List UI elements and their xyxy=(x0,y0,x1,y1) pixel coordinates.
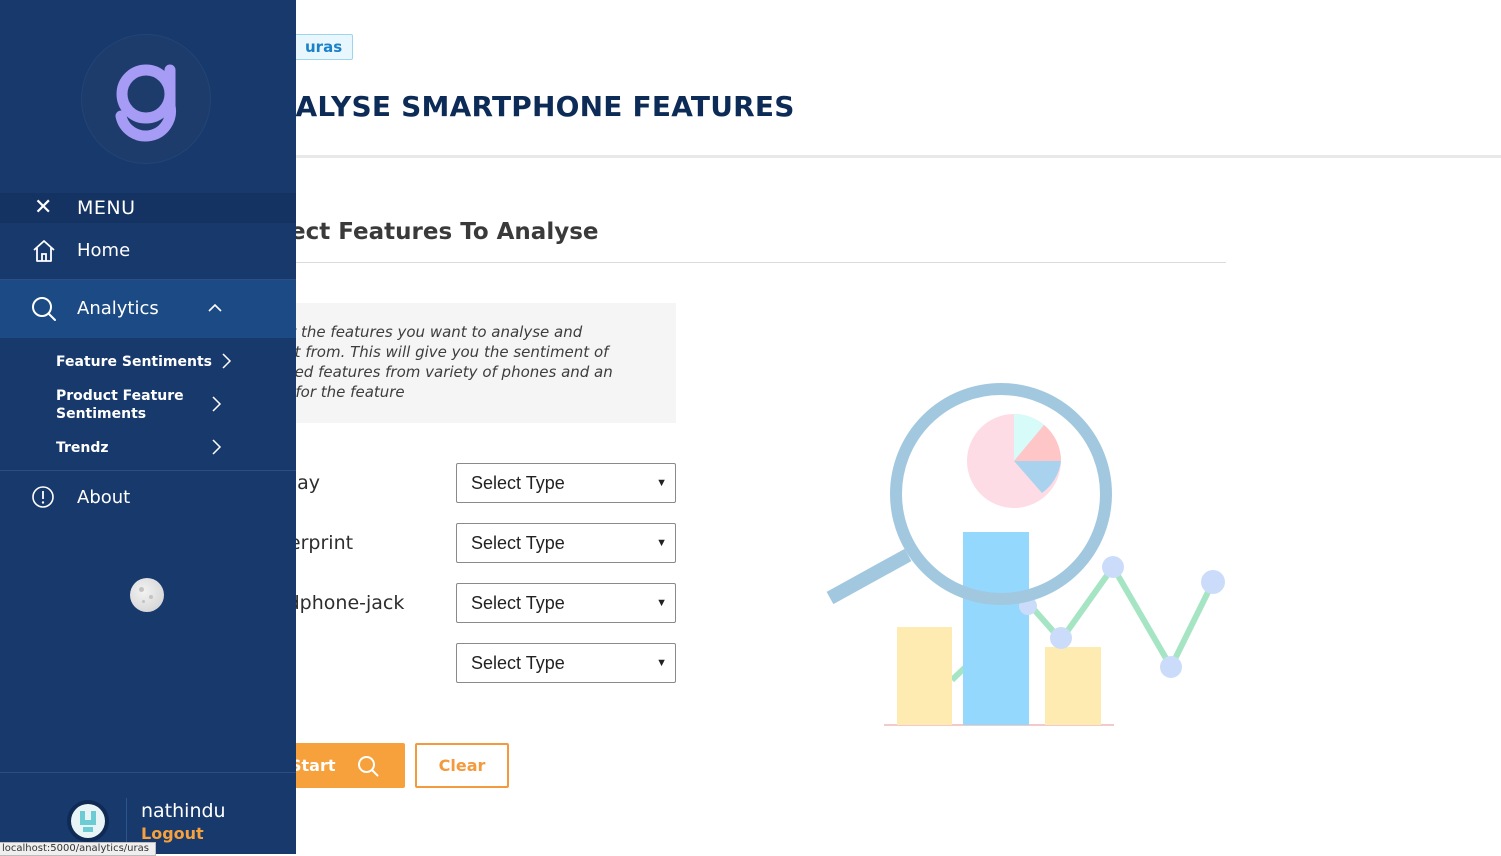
info-line: insight from. This will give you the sen… xyxy=(250,343,609,361)
chevron-down-icon: ▼ xyxy=(656,657,667,669)
chevron-right-icon xyxy=(222,353,232,369)
sidebar-item-home[interactable]: Home xyxy=(0,223,296,280)
sidebar-footer-divider xyxy=(0,772,296,773)
feature-row-fingerprint: Fingerprint Select Type ▼ xyxy=(250,523,680,563)
feature-row-headphone-jack: Headphone-jack Select Type ▼ xyxy=(250,583,680,623)
sidebar-item-analytics[interactable]: Analytics xyxy=(0,280,296,338)
sidebar-item-label: Analytics xyxy=(77,298,159,319)
feature-row-display: Display Select Type ▼ xyxy=(250,463,680,503)
info-box: Select the features you want to analyse … xyxy=(250,303,676,423)
sidebar-item-label: About xyxy=(77,487,131,508)
user-avatar-icon xyxy=(71,804,105,838)
page-title: ANALYSE SMARTPHONE FEATURES xyxy=(250,90,795,123)
section-title: Select Features To Analyse xyxy=(250,219,599,245)
info-line: selected features from variety of phones… xyxy=(250,363,613,381)
feature-type-select[interactable]: Select Type ▼ xyxy=(456,643,676,683)
clear-button[interactable]: Clear xyxy=(415,743,509,788)
chevron-down-icon: ▼ xyxy=(656,597,667,609)
chevron-right-icon xyxy=(212,396,222,412)
feature-row-4: Select Type ▼ xyxy=(250,643,680,683)
chevron-right-icon xyxy=(212,439,222,455)
sidebar-subitem-label: Feature Sentiments xyxy=(56,354,212,370)
menu-toggle[interactable]: ✕ MENU xyxy=(0,193,296,223)
sidebar-item-label: Home xyxy=(77,240,131,261)
user-separator xyxy=(126,798,127,842)
analyse-button-label: Start Analysing xyxy=(290,756,379,820)
title-divider xyxy=(296,155,1501,158)
logout-link[interactable]: Logout xyxy=(141,824,204,843)
logo-g-icon xyxy=(115,64,176,142)
select-value: Select Type xyxy=(471,473,565,493)
sidebar: ✕ MENU Home Analytics Feature Sentiments… xyxy=(0,0,296,854)
breadcrumb[interactable]: uras xyxy=(290,34,354,60)
search-icon xyxy=(358,756,379,777)
section-divider xyxy=(296,262,1226,263)
chevron-down-icon: ▼ xyxy=(656,477,667,489)
info-line: Select the features you want to analyse … xyxy=(250,323,583,341)
close-icon[interactable]: ✕ xyxy=(34,195,52,220)
menu-label: MENU xyxy=(77,197,136,219)
info-icon xyxy=(32,486,54,508)
chevron-down-icon: ▼ xyxy=(656,537,667,549)
info-line: score for the feature xyxy=(250,383,405,401)
feature-type-select[interactable]: Select Type ▼ xyxy=(456,463,676,503)
select-value: Select Type xyxy=(471,653,565,673)
select-value: Select Type xyxy=(471,533,565,553)
sidebar-subitem-label: Trendz xyxy=(56,440,109,456)
search-icon xyxy=(32,297,56,321)
select-value: Select Type xyxy=(471,593,565,613)
user-name: nathindu xyxy=(141,800,226,822)
home-icon xyxy=(33,240,55,262)
sidebar-divider xyxy=(0,470,296,471)
app-logo[interactable] xyxy=(81,34,211,164)
theme-toggle-moon-icon[interactable] xyxy=(130,578,164,612)
avatar[interactable] xyxy=(67,800,109,842)
sidebar-subitem-label: Product Feature Sentiments xyxy=(56,388,184,422)
feature-type-select[interactable]: Select Type ▼ xyxy=(456,523,676,563)
chevron-up-icon xyxy=(208,303,222,312)
feature-type-select[interactable]: Select Type ▼ xyxy=(456,583,676,623)
analytics-illustration xyxy=(826,383,1225,726)
